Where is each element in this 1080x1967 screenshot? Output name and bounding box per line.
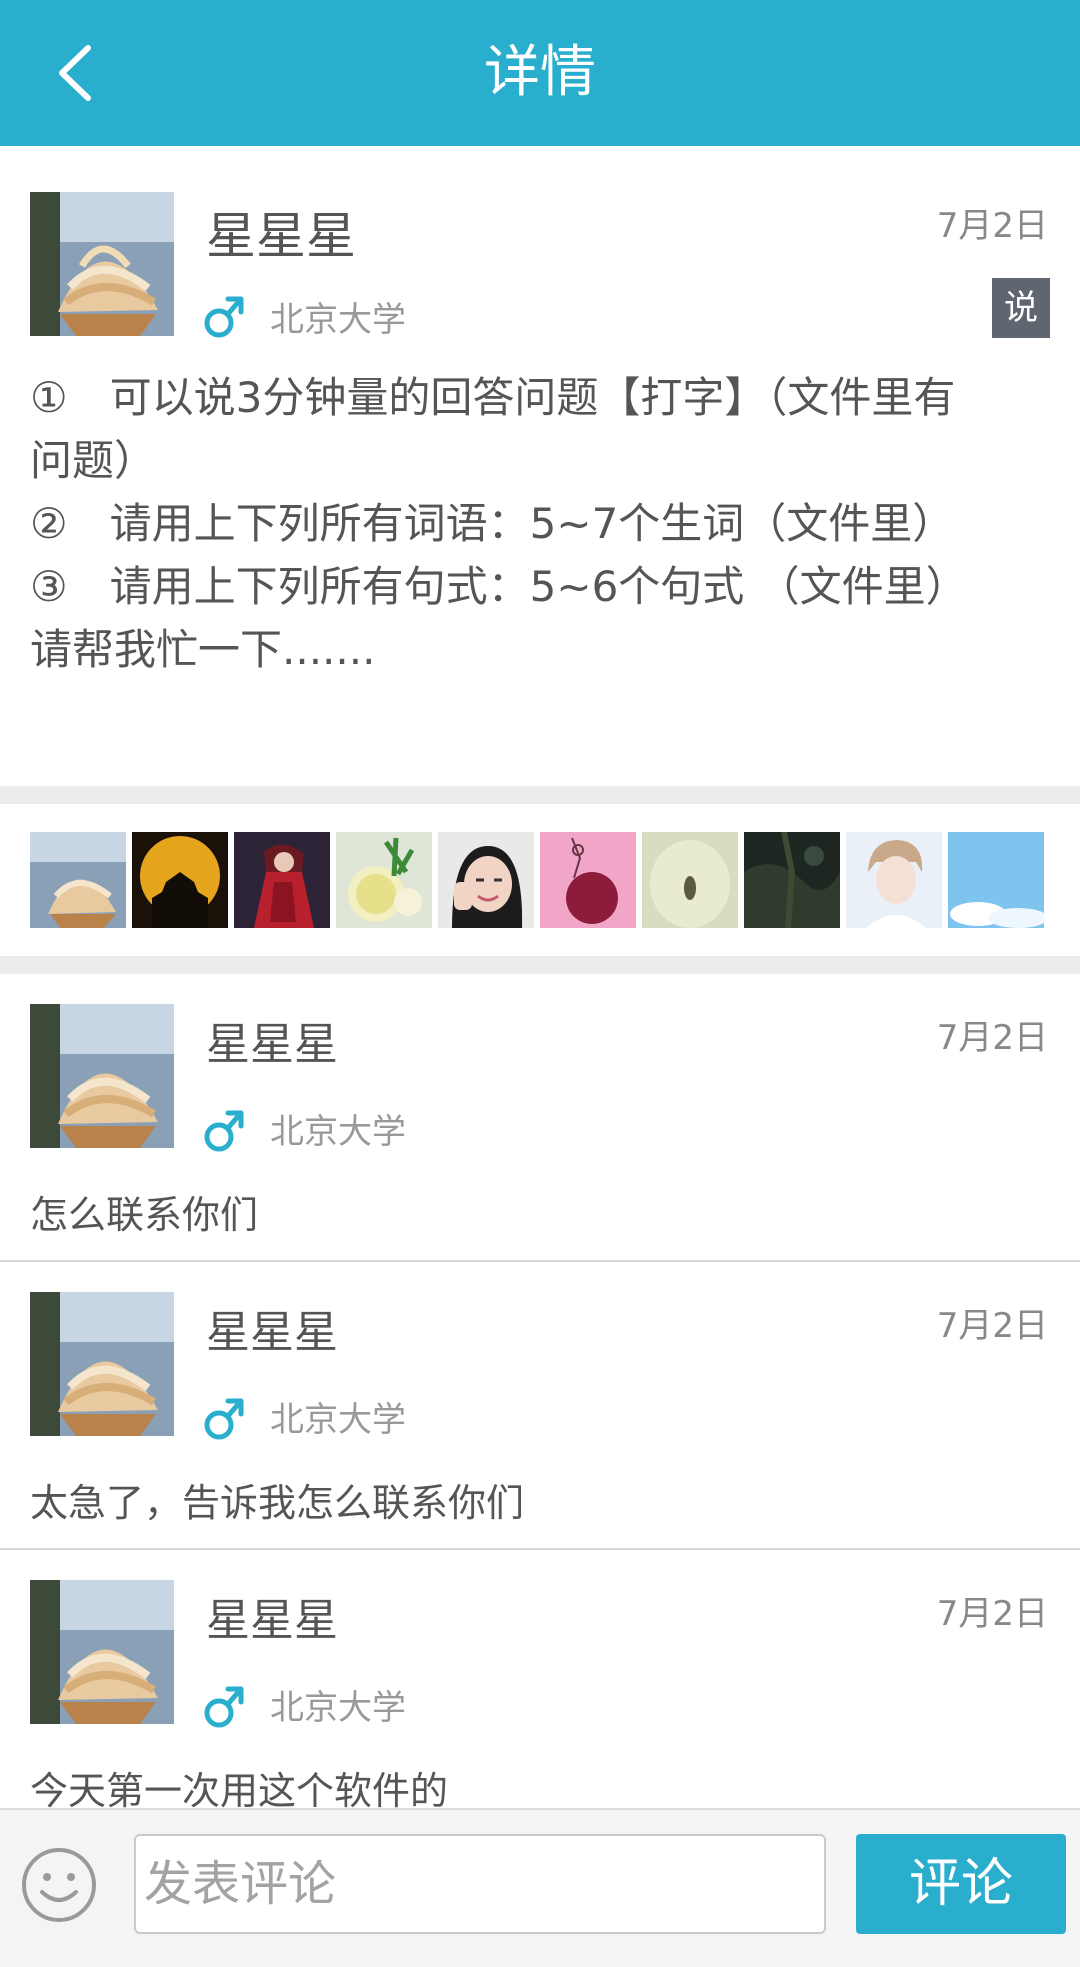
- avatar[interactable]: [30, 1580, 174, 1724]
- page-title: 详情: [484, 40, 596, 105]
- comment-text: 今天第一次用这个软件的: [30, 1769, 449, 1813]
- post-content: ① 可以说3分钟量的回答问题【打字】（文件里有 问题） ② 请用上下列所有词语：…: [30, 366, 1050, 681]
- post-line: 问题）: [30, 436, 157, 485]
- liker-avatar[interactable]: [30, 832, 126, 928]
- liker-avatar[interactable]: [744, 832, 840, 928]
- comment-item: 星星星 7月2日 北京大学 太急了，告诉我怎么联系你们: [0, 1262, 1080, 1550]
- comment-author[interactable]: 星星星: [206, 1584, 338, 1648]
- comment-text: 太急了，告诉我怎么联系你们: [30, 1481, 525, 1525]
- school-name: 北京大学: [270, 300, 406, 340]
- comment-author[interactable]: 星星星: [206, 1008, 338, 1072]
- top-bar: 详情: [0, 0, 1080, 146]
- submit-comment-button[interactable]: 评论: [856, 1834, 1066, 1934]
- post-line: ② 请用上下列所有词语：5~7个生词（文件里）: [30, 499, 955, 548]
- comment-input[interactable]: [134, 1834, 826, 1934]
- liked-users-strip: [30, 832, 1050, 928]
- avatar[interactable]: [30, 192, 174, 336]
- post-date: 7月2日: [936, 206, 1048, 246]
- comment-item: 星星星 7月2日 北京大学 今天第一次用这个软件的: [0, 1550, 1080, 1838]
- post-line: ① 可以说3分钟量的回答问题【打字】（文件里有: [30, 373, 956, 422]
- section-divider: [0, 786, 1080, 804]
- liker-avatar[interactable]: [540, 832, 636, 928]
- liker-avatar[interactable]: [336, 832, 432, 928]
- smiley-face-icon: [22, 1848, 96, 1922]
- comment-date: 7月2日: [936, 1306, 1048, 1346]
- male-symbol-icon: [202, 290, 246, 342]
- section-divider: [0, 956, 1080, 974]
- school-name: 北京大学: [270, 1112, 406, 1152]
- post-card: 星星星 7月2日 北京大学 说 ① 可以说3分钟量的回答问题【打字】（文件里有 …: [0, 146, 1080, 786]
- avatar[interactable]: [30, 1292, 174, 1436]
- post-line: 请帮我忙一下.......: [30, 625, 376, 674]
- liker-avatar[interactable]: [948, 832, 1044, 928]
- emoji-button[interactable]: [20, 1846, 98, 1924]
- liker-avatar[interactable]: [438, 832, 534, 928]
- comment-text: 怎么联系你们: [30, 1193, 259, 1237]
- post-type-badge: 说: [992, 278, 1050, 338]
- liker-avatar[interactable]: [234, 832, 330, 928]
- liker-avatar[interactable]: [132, 832, 228, 928]
- male-symbol-icon: [202, 1392, 246, 1444]
- comment-composer: 评论: [0, 1808, 1080, 1967]
- comment-date: 7月2日: [936, 1018, 1048, 1058]
- avatar[interactable]: [30, 1004, 174, 1148]
- author-name[interactable]: 星星星: [206, 196, 356, 268]
- post-line: ③ 请用上下列所有句式：5~6个句式 （文件里）: [30, 562, 968, 611]
- comment-author[interactable]: 星星星: [206, 1296, 338, 1360]
- male-symbol-icon: [202, 1680, 246, 1732]
- school-name: 北京大学: [270, 1400, 406, 1440]
- comment-date: 7月2日: [936, 1594, 1048, 1634]
- school-name: 北京大学: [270, 1688, 406, 1728]
- male-symbol-icon: [202, 1104, 246, 1156]
- liker-avatar[interactable]: [642, 832, 738, 928]
- icecream-avatar-image: [30, 192, 174, 336]
- liker-avatar[interactable]: [846, 832, 942, 928]
- comment-item: 星星星 7月2日 北京大学 怎么联系你们: [0, 974, 1080, 1262]
